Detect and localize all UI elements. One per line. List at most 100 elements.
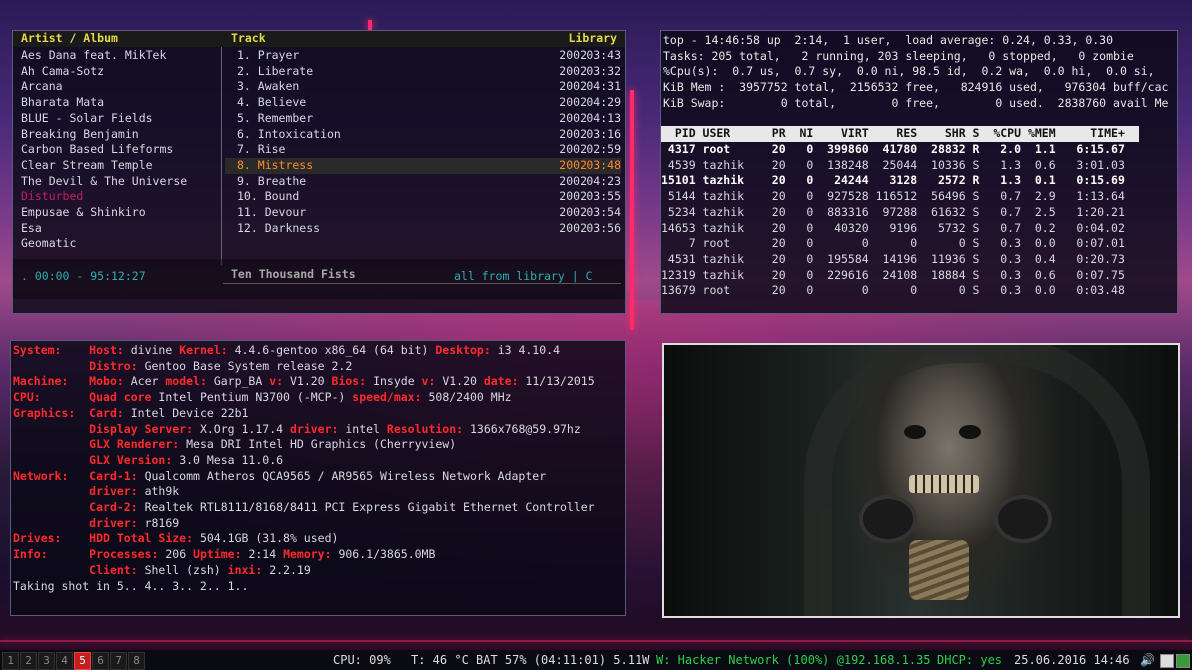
track-year: 2002 xyxy=(559,48,587,62)
inxi-line: Distro: Gentoo Base System release 2.2 xyxy=(89,358,353,373)
track-title: 9. Breathe xyxy=(237,173,307,188)
top-summary-line: %Cpu(s): 0.7 us, 0.7 sy, 0.0 ni, 98.5 id… xyxy=(663,64,1155,79)
inxi-line: Graphics: Card: Intel Device 22b1 xyxy=(13,405,249,420)
track-item[interactable]: 6. Intoxication 2002 03:16 xyxy=(225,127,621,143)
cmus-window[interactable]: Artist / Album Track Library Aes Dana fe… xyxy=(12,30,626,314)
track-item[interactable]: 11. Devour 2002 03:54 xyxy=(225,205,621,221)
process-row[interactable]: 4531 tazhik 20 0 195584 14196 11936 S 0.… xyxy=(661,252,1177,268)
inxi-line: Drives: HDD Total Size: 504.1GB (31.8% u… xyxy=(13,531,339,546)
tray-icon[interactable] xyxy=(1176,654,1190,668)
status-bar: . 00:00 - 95:12:27 all from library | C xyxy=(13,259,625,299)
artist-item[interactable]: Disturbed xyxy=(21,189,216,205)
artist-item[interactable]: Esa xyxy=(21,221,216,237)
tray-icon[interactable] xyxy=(1160,654,1174,668)
inxi-line: Machine: Mobo: Acer model: Garp_BA v: V1… xyxy=(13,374,595,389)
image-viewer-window[interactable] xyxy=(662,343,1180,618)
artist-item[interactable]: Clear Stream Temple xyxy=(21,158,216,174)
inxi-line: GLX Version: 3.0 Mesa 11.0.6 xyxy=(89,452,284,467)
cpu-status: CPU: 09% xyxy=(333,653,391,667)
track-duration: 04:23 xyxy=(586,173,621,188)
artist-item[interactable]: Bharata Mata xyxy=(21,95,216,111)
workspace-button[interactable]: 7 xyxy=(110,652,127,670)
inxi-line: Display Server: X.Org 1.17.4 driver: int… xyxy=(89,421,581,436)
workspace-button[interactable]: 4 xyxy=(56,652,73,670)
eye-right xyxy=(959,425,981,439)
track-item[interactable]: 2. Liberate 2002 03:32 xyxy=(225,64,621,80)
track-duration: 04:29 xyxy=(586,95,621,110)
artist-item[interactable]: Arcana xyxy=(21,79,216,95)
track-title: 5. Remember xyxy=(237,110,314,125)
wifi-status: W: Hacker Network (100%) @192.168.1.35 xyxy=(656,653,931,667)
track-item[interactable]: 5. Remember 2002 04:13 xyxy=(225,111,621,127)
process-row[interactable]: 5234 tazhik 20 0 883316 97288 61632 S 0.… xyxy=(661,205,1177,221)
top-summary-line: KiB Mem : 3957752 total, 2156532 free, 8… xyxy=(663,80,1169,95)
track-item[interactable]: 9. Breathe 2002 04:23 xyxy=(225,174,621,190)
track-item[interactable]: 8. Mistress 2002 03:48 xyxy=(225,157,621,174)
top-summary-line: KiB Swap: 0 total, 0 free, 0 used. 28387… xyxy=(663,95,1169,110)
track-title: 10. Bound xyxy=(237,189,300,204)
track-duration: 03:56 xyxy=(586,220,621,235)
inxi-line: System: Host: divine Kernel: 4.4.6-gento… xyxy=(13,343,560,357)
process-row[interactable]: 4317 root 20 0 399860 41780 28832 R 2.0 … xyxy=(661,142,1177,158)
track-duration: 04:31 xyxy=(586,79,621,94)
track-duration: 03:43 xyxy=(586,48,621,62)
process-table-header: PID USER PR NI VIRT RES SHR S %CPU %MEM … xyxy=(661,126,1139,142)
track-year: 2002 xyxy=(559,63,587,78)
process-row[interactable]: 7 root 20 0 0 0 0 S 0.3 0.0 0:07.01 xyxy=(661,236,1177,252)
track-title: 2. Liberate xyxy=(237,63,314,78)
track-item[interactable]: 1. Prayer 2002 03:43 xyxy=(225,48,621,64)
process-row[interactable]: 15101 tazhik 20 0 24244 3128 2572 R 1.3 … xyxy=(661,173,1177,189)
artist-item[interactable]: Geomatic xyxy=(21,236,216,252)
workspace-button[interactable]: 8 xyxy=(128,652,145,670)
workspace-button[interactable]: 5 xyxy=(74,652,91,670)
workspace-button[interactable]: 3 xyxy=(38,652,55,670)
teeth xyxy=(909,475,979,493)
track-item[interactable]: 12. Darkness 2002 03:56 xyxy=(225,221,621,237)
workspace-button[interactable]: 6 xyxy=(92,652,109,670)
artist-item[interactable]: Carbon Based Lifeforms xyxy=(21,142,216,158)
track-title: 12. Darkness xyxy=(237,220,321,235)
dhcp-status: DHCP: yes xyxy=(937,653,1003,667)
inxi-line: Info: Processes: 206 Uptime: 2:14 Memory… xyxy=(13,547,436,562)
track-year: 2002 xyxy=(559,205,587,219)
artist-item[interactable]: BLUE - Solar Fields xyxy=(21,111,216,127)
track-year: 2002 xyxy=(559,142,587,157)
inxi-line: CPU: Quad core Intel Pentium N3700 (-MCP… xyxy=(13,390,512,405)
track-title: 11. Devour xyxy=(237,205,307,219)
artist-item[interactable]: The Devil & The Universe xyxy=(21,174,216,190)
track-item[interactable]: 7. Rise 2002 02:59 xyxy=(225,142,621,158)
artist-item[interactable]: Breaking Benjamin xyxy=(21,127,216,143)
process-row[interactable]: 4539 tazhik 20 0 138248 25044 10336 S 1.… xyxy=(661,158,1177,174)
workspace-button[interactable]: 1 xyxy=(2,652,19,670)
track-item[interactable]: 3. Awaken 2002 04:31 xyxy=(225,79,621,95)
track-item[interactable]: 10. Bound 2002 03:55 xyxy=(225,189,621,205)
track-duration: 04:13 xyxy=(586,110,621,125)
workspace-list[interactable]: 12345678 xyxy=(2,650,146,670)
track-title: 6. Intoxication xyxy=(237,126,341,141)
track-year: 2002 xyxy=(559,110,587,125)
process-row[interactable]: 13679 root 20 0 0 0 0 S 0.3 0.0 0:03.48 xyxy=(661,283,1177,299)
process-row[interactable]: 14653 tazhik 20 0 40320 9196 5732 S 0.7 … xyxy=(661,221,1177,237)
header-artist: Artist / Album xyxy=(21,31,118,45)
workspace-button[interactable]: 2 xyxy=(20,652,37,670)
process-row[interactable]: 5144 tazhik 20 0 927528 116512 56496 S 0… xyxy=(661,189,1177,205)
top-window[interactable]: top - 14:46:58 up 2:14, 1 user, load ave… xyxy=(660,30,1178,314)
neon-line xyxy=(630,90,634,330)
inxi-line: Card-2: Realtek RTL8111/8168/8411 PCI Ex… xyxy=(89,500,595,514)
track-duration: 03:16 xyxy=(586,126,621,141)
process-row[interactable]: 12319 tazhik 20 0 229616 24108 18884 S 0… xyxy=(661,268,1177,284)
top-summary-line: Tasks: 205 total, 2 running, 203 sleepin… xyxy=(663,48,1134,63)
respirator xyxy=(859,495,917,543)
track-year: 2002 xyxy=(559,126,587,141)
status-time: . 00:00 - 95:12:27 xyxy=(21,269,146,283)
track-duration: 03:55 xyxy=(586,189,621,204)
artist-item[interactable]: Aes Dana feat. MikTek xyxy=(21,48,216,64)
artist-item[interactable]: Empusae & Shinkiro xyxy=(21,205,216,221)
cmus-header: Artist / Album Track Library xyxy=(13,31,625,47)
speaker-icon[interactable]: 🔊 xyxy=(1140,650,1155,670)
inxi-window[interactable]: System: Host: divine Kernel: 4.4.6-gento… xyxy=(10,340,626,616)
header-track: Track xyxy=(231,31,266,45)
artist-item[interactable]: Ah Cama-Sotz xyxy=(21,64,216,80)
track-item[interactable]: 4. Believe 2002 04:29 xyxy=(225,95,621,111)
track-title: 3. Awaken xyxy=(237,79,300,94)
